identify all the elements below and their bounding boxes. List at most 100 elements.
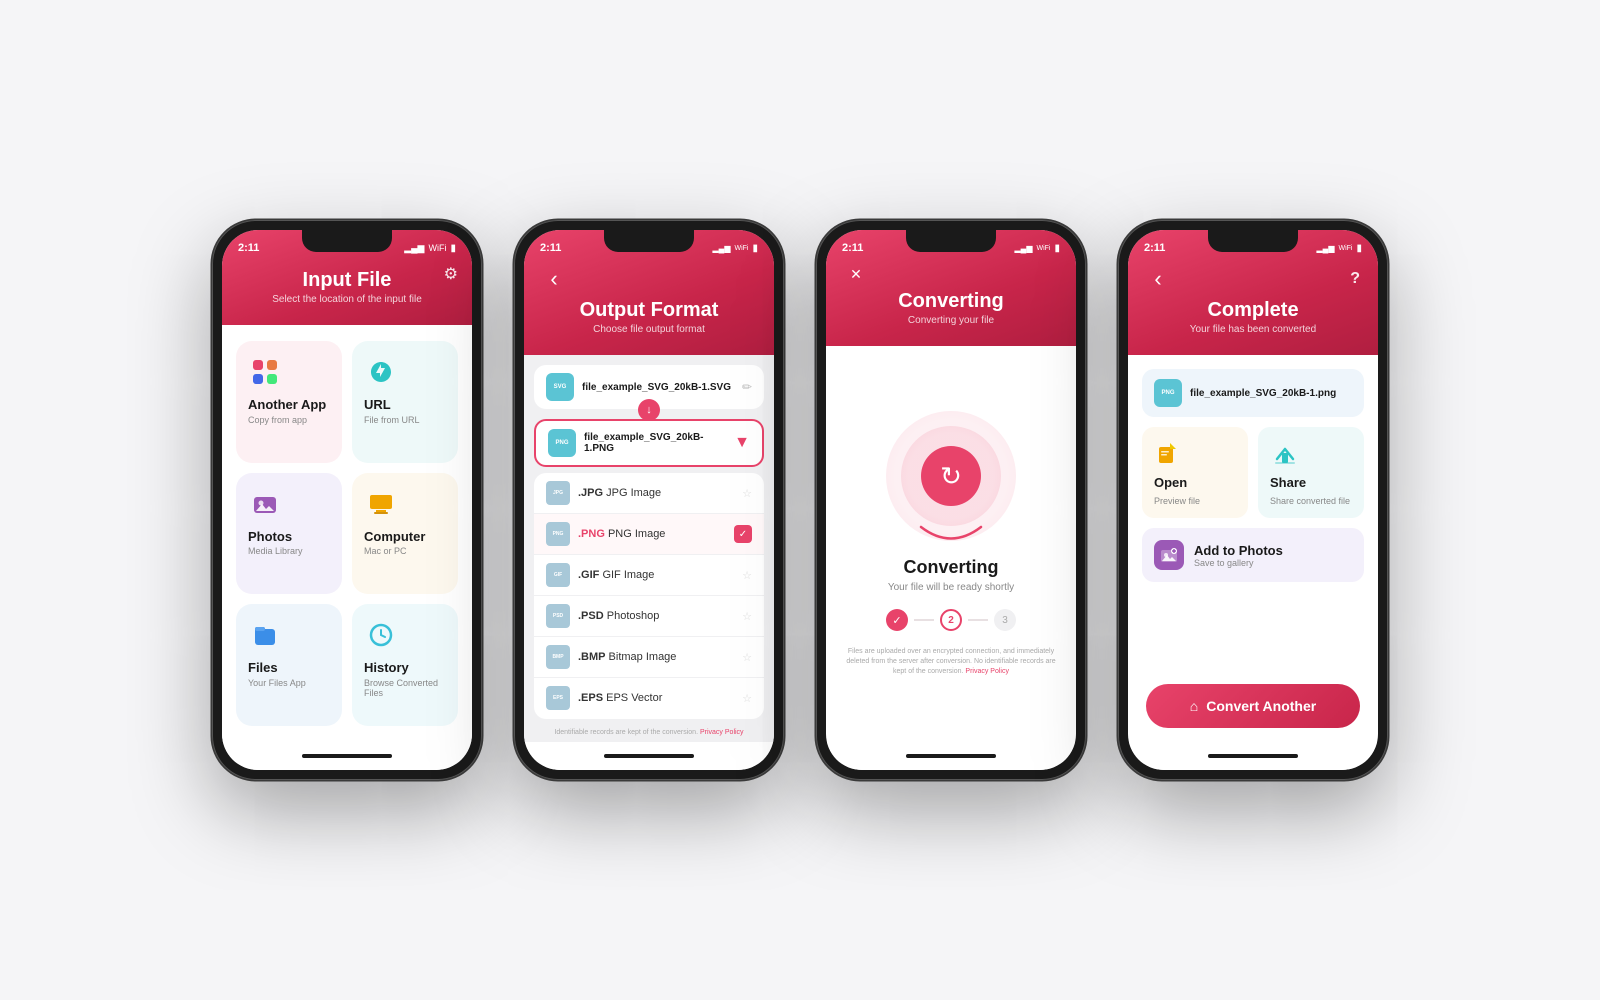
open-icon	[1154, 439, 1184, 469]
screen4-title-wrap: Complete Your file has been converted	[1146, 298, 1360, 335]
computer-card[interactable]: Computer Mac or PC	[352, 473, 458, 595]
signal-3: ▂▄▆	[1015, 244, 1033, 253]
output-file-card: PNG file_example_SVG_20kB-1.PNG ▼	[534, 419, 764, 467]
privacy-link-3[interactable]: Privacy Policy	[965, 668, 1009, 675]
step-3-number: 3	[1002, 615, 1008, 626]
url-card[interactable]: URL File from URL	[352, 341, 458, 463]
bmp-label: .BMP Bitmap Image	[578, 651, 734, 663]
screen2-privacy: Identifiable records are kept of the con…	[534, 725, 764, 742]
screen1-subtitle: Select the location of the input file	[240, 294, 454, 305]
phones-container: 2:11 ▂▄▆ WiFi ▮ ⚙ Input File Select the …	[172, 160, 1428, 840]
time-3: 2:11	[842, 242, 863, 254]
files-card[interactable]: Files Your Files App	[236, 604, 342, 726]
bottom-bar-3	[826, 742, 1076, 770]
screen4-nav: ‹ ?	[1146, 266, 1360, 292]
convert-another-button[interactable]: ⌂ Convert Another	[1146, 684, 1360, 728]
computer-title: Computer	[364, 529, 425, 545]
privacy-link-2[interactable]: Privacy Policy	[700, 729, 744, 736]
gif-label: .GIF GIF Image	[578, 569, 734, 581]
converting-spinner: ↻	[886, 411, 1016, 541]
home-indicator-2	[604, 754, 694, 758]
screen4-subtitle: Your file has been converted	[1146, 324, 1360, 335]
url-title: URL	[364, 397, 391, 413]
notch-2	[604, 230, 694, 252]
add-photos-sub: Save to gallery	[1194, 558, 1283, 568]
home-indicator-4	[1208, 754, 1298, 758]
history-icon	[364, 618, 398, 652]
bmp-star: ☆	[742, 651, 752, 664]
share-card[interactable]: Share Share converted file	[1258, 427, 1364, 518]
phone-3-converting: 2:11 ▂▄▆ WiFi ▮ ✕ Converting Converting …	[816, 220, 1086, 780]
another-app-card[interactable]: Another App Copy from app	[236, 341, 342, 463]
share-sub: Share converted file	[1270, 496, 1352, 506]
format-bmp[interactable]: BMP .BMP Bitmap Image ☆	[534, 637, 764, 678]
home-indicator-1	[302, 754, 392, 758]
question-button-4[interactable]: ?	[1350, 270, 1360, 288]
png-label: .PNG PNG Image	[578, 528, 726, 540]
status-icons-3: ▂▄▆ WiFi ▮	[1015, 243, 1061, 254]
input-file-card: SVG file_example_SVG_20kB-1.SVG ✏ ↓	[534, 365, 764, 409]
computer-icon	[364, 487, 398, 521]
time-1: 2:11	[238, 242, 259, 254]
converting-title: Converting	[888, 557, 1014, 578]
png-list-icon: PNG	[546, 522, 570, 546]
history-card[interactable]: History Browse Converted Files	[352, 604, 458, 726]
screen4-content: PNG file_example_SVG_20kB-1.png	[1128, 355, 1378, 742]
photos-title: Photos	[248, 529, 292, 545]
spinner-arc	[916, 522, 986, 547]
convert-another-label: Convert Another	[1206, 698, 1316, 714]
spacer	[1142, 592, 1364, 674]
pencil-icon[interactable]: ✏	[742, 380, 752, 394]
settings-button[interactable]: ⚙	[444, 264, 458, 284]
converting-sub: Your file will be ready shortly	[888, 582, 1014, 593]
screen3-subtitle: Converting your file	[844, 315, 1058, 326]
format-jpg[interactable]: JPG .JPG JPG Image ☆	[534, 473, 764, 514]
gear-icon: ⚙	[444, 266, 458, 283]
battery-icon: ▮	[450, 243, 456, 254]
screen2-subtitle: Choose file output format	[542, 324, 756, 335]
history-title: History	[364, 660, 409, 676]
share-icon	[1270, 439, 1300, 469]
bottom-bar-1	[222, 742, 472, 770]
history-sub: Browse Converted Files	[364, 678, 446, 698]
png-check: ✓	[734, 525, 752, 543]
wifi-2: WiFi	[734, 245, 748, 252]
signal-4: ▂▄▆	[1317, 244, 1335, 253]
screen-4: 2:11 ▂▄▆ WiFi ▮ ‹ ? Complete Your file h…	[1128, 230, 1378, 770]
another-app-title: Another App	[248, 397, 326, 413]
psd-star: ☆	[742, 610, 752, 623]
spinner-center: ↻	[921, 446, 981, 506]
url-sub: File from URL	[364, 415, 420, 425]
open-card[interactable]: Open Preview file	[1142, 427, 1248, 518]
signal-2: ▂▄▆	[713, 244, 731, 253]
format-psd[interactable]: PSD .PSD Photoshop ☆	[534, 596, 764, 637]
dropdown-arrow[interactable]: ▼	[734, 434, 750, 452]
format-png[interactable]: PNG .PNG PNG Image ✓	[534, 514, 764, 555]
notch-1	[302, 230, 392, 252]
files-icon	[248, 618, 282, 652]
back-button-4[interactable]: ‹	[1146, 266, 1170, 292]
close-button-3[interactable]: ✕	[844, 266, 868, 283]
phone-4-complete: 2:11 ▂▄▆ WiFi ▮ ‹ ? Complete Your file h…	[1118, 220, 1388, 780]
screen3-nav: ✕	[844, 266, 1058, 283]
add-photos-card[interactable]: Add to Photos Save to gallery	[1142, 528, 1364, 582]
status-icons-1: ▂▄▆ WiFi ▮	[404, 243, 456, 254]
add-photos-icon	[1154, 540, 1184, 570]
add-photos-text: Add to Photos Save to gallery	[1194, 543, 1283, 568]
screen4-title: Complete	[1146, 298, 1360, 322]
screen2-nav: ‹	[542, 266, 756, 292]
share-title: Share	[1270, 475, 1352, 490]
complete-file-name: file_example_SVG_20kB-1.png	[1190, 388, 1336, 399]
format-gif[interactable]: GIF .GIF GIF Image ☆	[534, 555, 764, 596]
wifi-icon: WiFi	[428, 243, 446, 253]
screen1-content: Another App Copy from app URL File from …	[222, 325, 472, 742]
eps-icon: EPS	[546, 686, 570, 710]
notch-4	[1208, 230, 1298, 252]
format-eps[interactable]: EPS .EPS EPS Vector ☆	[534, 678, 764, 718]
photos-card[interactable]: Photos Media Library	[236, 473, 342, 595]
complete-file-icon: PNG	[1154, 379, 1182, 407]
bottom-bar-2	[524, 742, 774, 770]
back-button-2[interactable]: ‹	[542, 266, 566, 292]
format-list: JPG .JPG JPG Image ☆ PNG .PNG PNG Image …	[534, 473, 764, 719]
eps-star: ☆	[742, 692, 752, 705]
